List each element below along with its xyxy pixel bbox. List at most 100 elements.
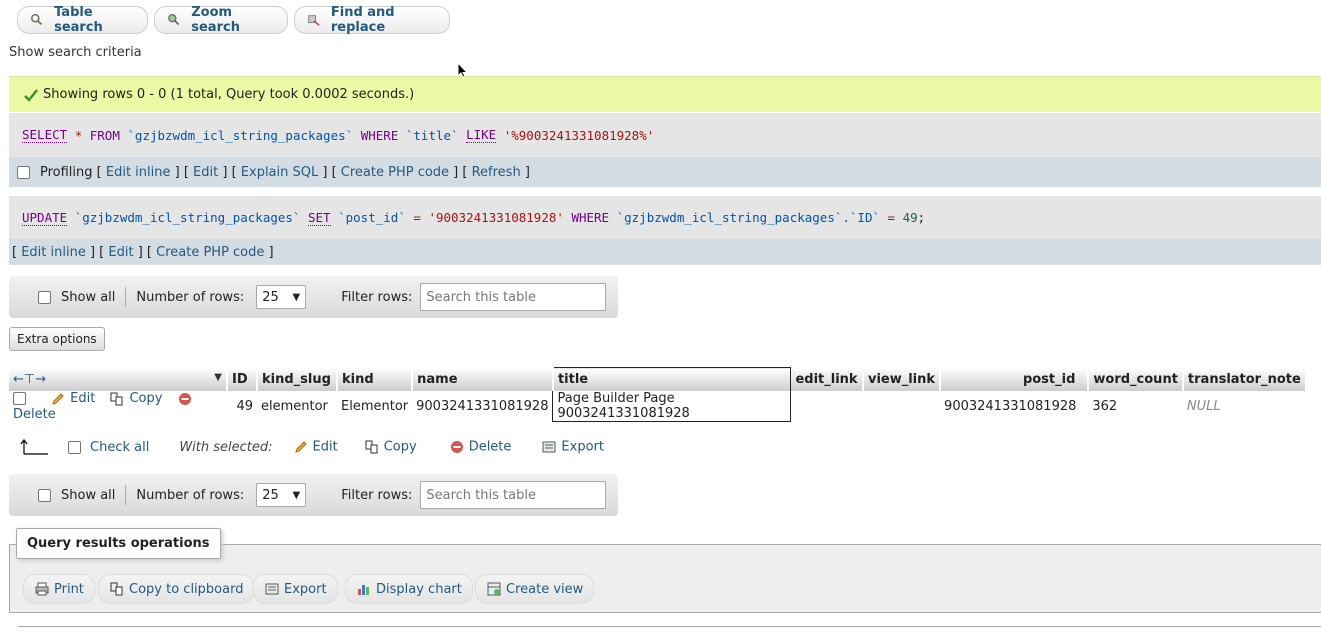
column-controls[interactable]: ←⊤→ ▼ <box>9 367 228 391</box>
row-delete-button[interactable]: Delete <box>13 391 197 422</box>
search-icon <box>31 14 43 26</box>
num-rows-label: Number of rows: <box>136 487 245 503</box>
cell-edit-link[interactable] <box>791 391 863 422</box>
sql-star: * <box>74 127 83 143</box>
num-rows-value: 25 <box>262 289 279 305</box>
cell-kind-slug[interactable]: elementor <box>257 391 337 422</box>
cell-post-id[interactable]: 9003241331081928 <box>940 391 1088 422</box>
cell-name[interactable]: 9003241331081928 <box>412 391 553 422</box>
column-header[interactable]: edit_link <box>790 367 864 391</box>
copy-to-clipboard-button[interactable]: Copy to clipboard <box>98 574 255 604</box>
pencil-icon <box>294 441 307 453</box>
num-rows-select[interactable]: 25 ▼ <box>256 285 307 309</box>
num-rows-value: 25 <box>262 487 279 503</box>
cell-id[interactable]: 49 <box>227 391 257 422</box>
arrow-up-left-icon <box>20 439 48 455</box>
row-checkbox[interactable] <box>13 392 26 405</box>
sql-keyword: LIKE <box>466 127 497 143</box>
sql-table: `gzjbzwdm_icl_string_packages` <box>127 127 354 143</box>
edit-inline-link[interactable]: Edit inline <box>21 245 86 260</box>
checkmark-icon <box>24 88 38 102</box>
cell-view-link[interactable] <box>863 391 940 422</box>
num-rows-select[interactable]: 25 ▼ <box>256 483 307 507</box>
success-message: Showing rows 0 - 0 (1 total, Query took … <box>9 76 1321 112</box>
profiling-checkbox[interactable] <box>17 165 30 179</box>
check-all-checkbox[interactable] <box>68 440 81 454</box>
sql-operator: = <box>887 210 896 225</box>
delete-label: Delete <box>468 439 512 455</box>
show-search-criteria-link[interactable]: Show search criteria <box>9 45 142 60</box>
show-all-label: Show all <box>61 487 116 503</box>
column-header[interactable]: kind_slug <box>257 367 338 391</box>
results-table: ←⊤→ ▼ ID kind_slug kind name title edit_l… <box>9 367 1307 422</box>
create-php-code-link[interactable]: Create PHP code <box>156 245 264 260</box>
filter-rows-input[interactable]: Search this table <box>420 283 607 311</box>
sql-semicolon: ; <box>917 210 926 225</box>
show-all-checkbox[interactable] <box>38 488 51 502</box>
table-header-row: ←⊤→ ▼ ID kind_slug kind name title edit_l… <box>9 367 1307 391</box>
column-header[interactable]: name <box>412 367 554 391</box>
sql-column: `gzjbzwdm_icl_string_packages`.`ID` <box>616 210 881 225</box>
delete-icon <box>178 392 191 405</box>
divider <box>125 485 127 505</box>
print-icon <box>35 582 49 596</box>
edit-link[interactable]: Edit <box>108 245 133 260</box>
create-view-icon <box>487 582 501 596</box>
bulk-delete-button[interactable]: Delete <box>449 439 512 455</box>
row-copy-button[interactable]: Copy <box>109 391 162 406</box>
cell-title[interactable]: Page Builder Page 9003241331081928 <box>552 390 792 422</box>
edit-link[interactable]: Edit <box>193 165 218 180</box>
tab-table-search[interactable]: Table search <box>17 5 148 35</box>
column-header[interactable]: translator_note <box>1182 367 1307 391</box>
cell-word-count[interactable]: 362 <box>1088 391 1183 422</box>
copy-icon <box>365 440 378 454</box>
refresh-link[interactable]: Refresh <box>472 165 521 180</box>
column-header[interactable]: title <box>552 367 792 391</box>
show-all-checkbox[interactable] <box>38 290 51 304</box>
operations-legend: Query results operations <box>16 528 221 559</box>
cell-kind[interactable]: Elementor <box>337 391 412 422</box>
edit-label: Edit <box>312 439 338 455</box>
sql-value: '%9003241331081928%' <box>503 127 655 143</box>
display-chart-label: Display chart <box>376 581 462 597</box>
create-php-code-link[interactable]: Create PHP code <box>341 165 449 180</box>
cell-translator-note[interactable]: NULL <box>1183 391 1306 422</box>
navigation-bar-bottom: Show all Number of rows: 25 ▼ Filter rows… <box>9 474 618 516</box>
copy-label: Copy <box>129 391 163 406</box>
filter-rows-label: Filter rows: <box>341 289 413 305</box>
column-header[interactable]: post_id <box>940 367 1090 391</box>
print-button[interactable]: Print <box>23 574 95 604</box>
display-chart-button[interactable]: Display chart <box>345 574 473 604</box>
sql-keyword: FROM <box>89 127 120 143</box>
sort-arrow-icon[interactable]: ▼ <box>214 372 222 383</box>
column-header[interactable]: view_link <box>862 367 942 391</box>
column-header[interactable]: word_count <box>1088 367 1184 391</box>
column-header[interactable]: kind <box>337 367 414 391</box>
row-edit-button[interactable]: Edit <box>50 391 95 406</box>
edit-label: Edit <box>70 391 96 406</box>
bottom-divider <box>18 626 1321 627</box>
bulk-export-button[interactable]: Export <box>541 439 604 455</box>
tab-zoom-search[interactable]: Zoom search <box>154 5 288 35</box>
tab-label: Zoom search <box>191 5 240 35</box>
filter-rows-input[interactable]: Search this table <box>420 481 607 509</box>
row-actions: Edit Copy Delete <box>9 391 227 422</box>
explain-sql-link[interactable]: Explain SQL <box>241 165 318 180</box>
export-button[interactable]: Export <box>253 574 338 604</box>
edit-inline-link[interactable]: Edit inline <box>106 165 171 180</box>
create-view-button[interactable]: Create view <box>475 574 595 604</box>
extra-options-button[interactable]: Extra options <box>9 327 105 351</box>
export-icon <box>542 441 556 453</box>
check-all-label[interactable]: Check all <box>90 440 149 455</box>
with-selected-label: With selected: <box>179 439 273 455</box>
tab-find-replace[interactable]: Find and replace <box>294 5 450 35</box>
copy-to-clipboard-label: Copy to clipboard <box>129 581 244 597</box>
tab-label: Find and replace <box>330 5 395 35</box>
update-links-bar: [ Edit inline ] [ Edit ] [ Create PHP co… <box>9 239 1321 265</box>
bulk-edit-button[interactable]: Edit <box>293 439 338 455</box>
create-view-label: Create view <box>506 581 584 597</box>
export-label: Export <box>284 581 327 597</box>
column-header[interactable]: ID <box>227 367 258 391</box>
bulk-copy-button[interactable]: Copy <box>364 439 417 455</box>
sql-keyword: WHERE <box>360 127 399 143</box>
